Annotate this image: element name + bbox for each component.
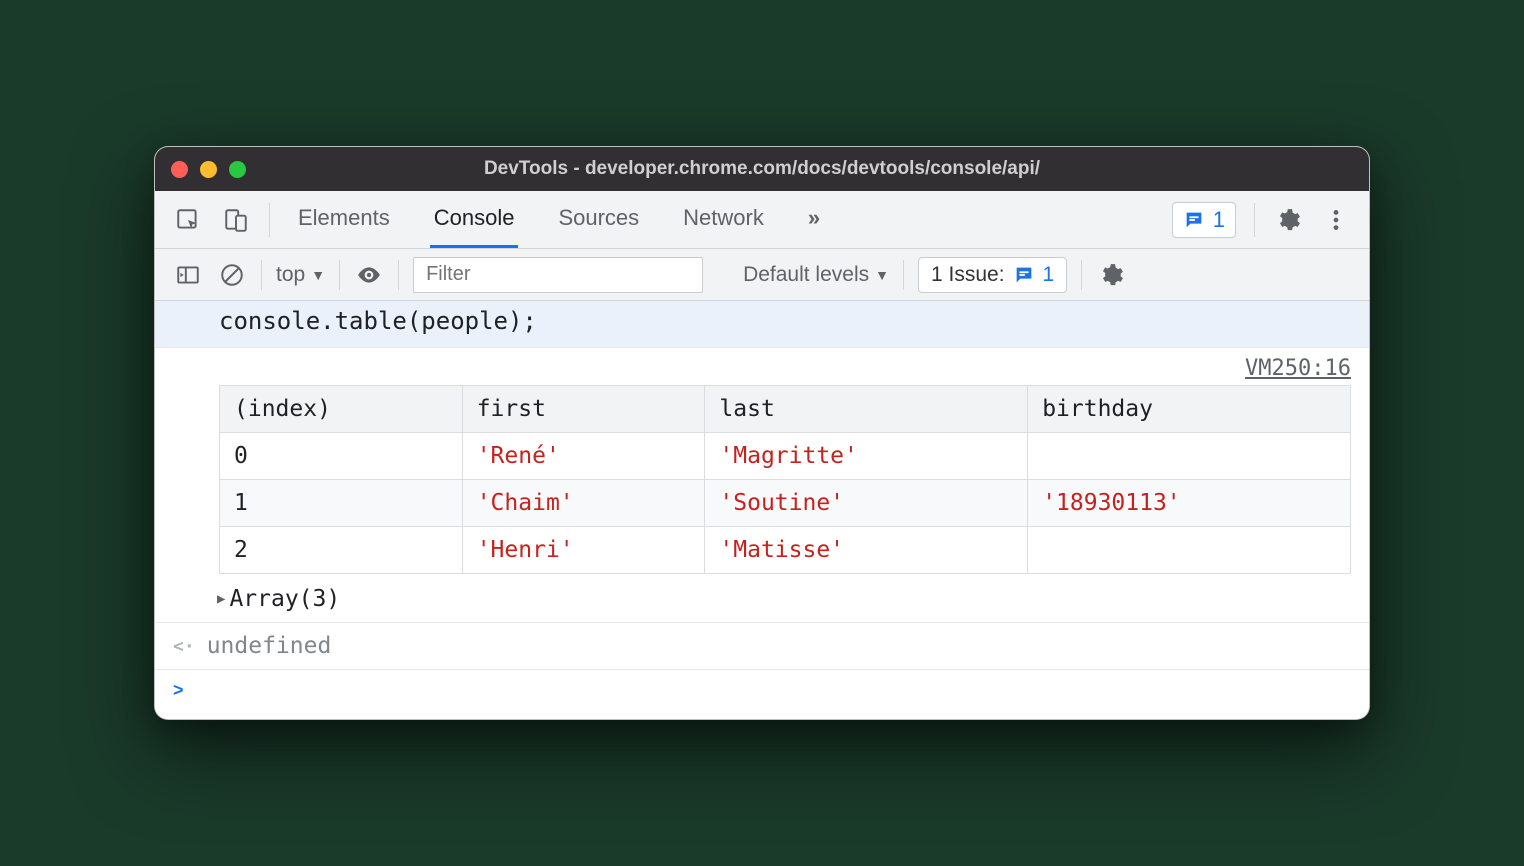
sidebar-toggle-icon[interactable]	[173, 260, 203, 290]
panel-tabs: Elements Console Sources Network »	[294, 191, 824, 248]
cell-index: 2	[220, 527, 463, 574]
prompt-chevron-icon: >	[173, 680, 184, 701]
inspect-element-icon[interactable]	[173, 205, 203, 235]
chevron-down-icon: ▼	[875, 267, 889, 283]
devtools-window: DevTools - developer.chrome.com/docs/dev…	[154, 146, 1370, 720]
main-toolbar: Elements Console Sources Network » 1	[155, 191, 1369, 249]
traffic-lights	[171, 161, 246, 178]
col-last[interactable]: last	[705, 386, 1028, 433]
console-toolbar: top ▼ Default levels ▼ 1 Issue: 1	[155, 249, 1369, 301]
issues-badge[interactable]: 1 Issue: 1	[918, 257, 1067, 293]
cell-birthday	[1028, 433, 1351, 480]
log-levels-selector[interactable]: Default levels ▼	[743, 263, 889, 287]
tab-console[interactable]: Console	[430, 191, 519, 248]
col-index[interactable]: (index)	[220, 386, 463, 433]
cell-last: 'Magritte'	[705, 433, 1028, 480]
context-selector[interactable]: top ▼	[276, 263, 325, 287]
console-settings-icon[interactable]	[1096, 260, 1126, 290]
minimize-window-button[interactable]	[200, 161, 217, 178]
source-link[interactable]: VM250:16	[155, 348, 1369, 385]
console-output: console.table(people); VM250:16 (index) …	[155, 301, 1369, 719]
cell-first: 'Chaim'	[462, 480, 705, 527]
cell-first: 'René'	[462, 433, 705, 480]
cell-index: 1	[220, 480, 463, 527]
issues-label: 1 Issue:	[931, 263, 1005, 287]
table-row[interactable]: 1 'Chaim' 'Soutine' '18930113'	[220, 480, 1351, 527]
table-header-row: (index) first last birthday	[220, 386, 1351, 433]
cell-last: 'Matisse'	[705, 527, 1028, 574]
maximize-window-button[interactable]	[229, 161, 246, 178]
tab-sources[interactable]: Sources	[554, 191, 643, 248]
input-code-line: console.table(people);	[155, 301, 1369, 348]
filter-input[interactable]	[413, 257, 703, 293]
return-value: undefined	[207, 633, 332, 659]
clear-console-icon[interactable]	[217, 260, 247, 290]
live-expression-icon[interactable]	[354, 260, 384, 290]
return-value-line: <· undefined	[155, 623, 1369, 670]
table-row[interactable]: 2 'Henri' 'Matisse'	[220, 527, 1351, 574]
messages-badge[interactable]: 1	[1172, 202, 1236, 238]
console-table: (index) first last birthday 0 'René' 'Ma…	[219, 385, 1351, 574]
return-arrow-icon: <·	[173, 636, 195, 657]
close-window-button[interactable]	[171, 161, 188, 178]
window-title: DevTools - developer.chrome.com/docs/dev…	[155, 158, 1369, 180]
cell-last: 'Soutine'	[705, 480, 1028, 527]
more-options-icon[interactable]	[1321, 205, 1351, 235]
device-toggle-icon[interactable]	[221, 205, 251, 235]
settings-icon[interactable]	[1273, 205, 1303, 235]
tab-network[interactable]: Network	[679, 191, 768, 248]
context-label: top	[276, 263, 305, 287]
messages-count: 1	[1213, 207, 1225, 233]
cell-birthday	[1028, 527, 1351, 574]
array-expand-line[interactable]: ▶ Array(3)	[155, 580, 1369, 623]
col-birthday[interactable]: birthday	[1028, 386, 1351, 433]
more-tabs-button[interactable]: »	[804, 191, 824, 248]
cell-first: 'Henri'	[462, 527, 705, 574]
array-label: Array(3)	[229, 586, 340, 612]
console-table-wrapper: (index) first last birthday 0 'René' 'Ma…	[155, 385, 1369, 580]
chevron-down-icon: ▼	[311, 267, 325, 283]
issues-count: 1	[1043, 263, 1055, 287]
expand-triangle-icon: ▶	[217, 591, 225, 607]
cell-birthday: '18930113'	[1028, 480, 1351, 527]
titlebar: DevTools - developer.chrome.com/docs/dev…	[155, 147, 1369, 191]
tab-elements[interactable]: Elements	[294, 191, 394, 248]
col-first[interactable]: first	[462, 386, 705, 433]
levels-label: Default levels	[743, 263, 869, 287]
console-prompt[interactable]: >	[155, 670, 1369, 719]
table-row[interactable]: 0 'René' 'Magritte'	[220, 433, 1351, 480]
cell-index: 0	[220, 433, 463, 480]
